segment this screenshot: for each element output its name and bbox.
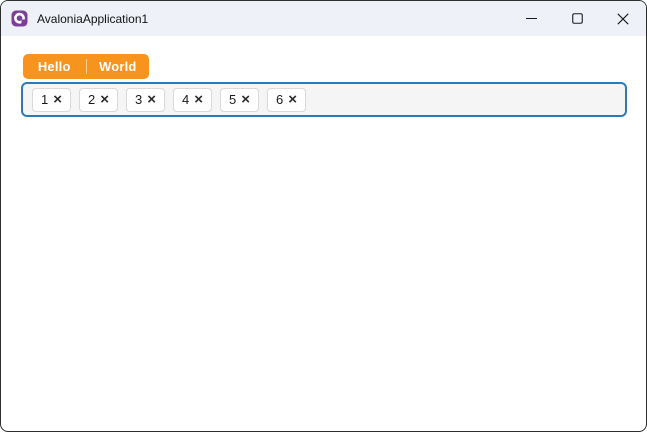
chip-item-1[interactable]: 1 × [32, 87, 71, 112]
title-bar[interactable]: AvaloniaApplication1 [1, 1, 646, 36]
chip-item-6[interactable]: 6 × [267, 87, 306, 112]
maximize-icon [571, 13, 583, 24]
chip-label: 6 [276, 92, 284, 107]
chip-input-box[interactable]: 1 × 2 × 3 × 4 × 5 × 6 × [21, 82, 627, 117]
app-window: AvaloniaApplication1 Hello World 1 × 2 ×… [0, 0, 647, 432]
tab-strip: Hello World [23, 54, 149, 79]
tab-hello[interactable]: Hello [23, 54, 86, 79]
maximize-button[interactable] [554, 1, 600, 36]
chip-label: 1 [41, 92, 49, 107]
tab-world[interactable]: World [87, 54, 150, 79]
chip-remove-icon[interactable]: × [194, 92, 203, 107]
chip-remove-icon[interactable]: × [100, 92, 109, 107]
window-controls [508, 1, 646, 36]
chip-item-2[interactable]: 2 × [79, 87, 118, 112]
minimize-icon [525, 13, 537, 24]
chip-item-5[interactable]: 5 × [220, 87, 259, 112]
chip-item-4[interactable]: 4 × [173, 87, 212, 112]
chip-remove-icon[interactable]: × [147, 92, 156, 107]
chip-label: 4 [182, 92, 190, 107]
chip-label: 3 [135, 92, 143, 107]
chip-remove-icon[interactable]: × [288, 92, 297, 107]
close-button[interactable] [600, 1, 646, 36]
chip-label: 5 [229, 92, 237, 107]
minimize-button[interactable] [508, 1, 554, 36]
chip-remove-icon[interactable]: × [241, 92, 250, 107]
close-icon [617, 12, 629, 25]
chip-label: 2 [88, 92, 96, 107]
window-title: AvaloniaApplication1 [37, 11, 149, 26]
chip-remove-icon[interactable]: × [53, 92, 62, 107]
avalonia-logo-icon[interactable] [11, 10, 28, 27]
chip-item-3[interactable]: 3 × [126, 87, 165, 112]
